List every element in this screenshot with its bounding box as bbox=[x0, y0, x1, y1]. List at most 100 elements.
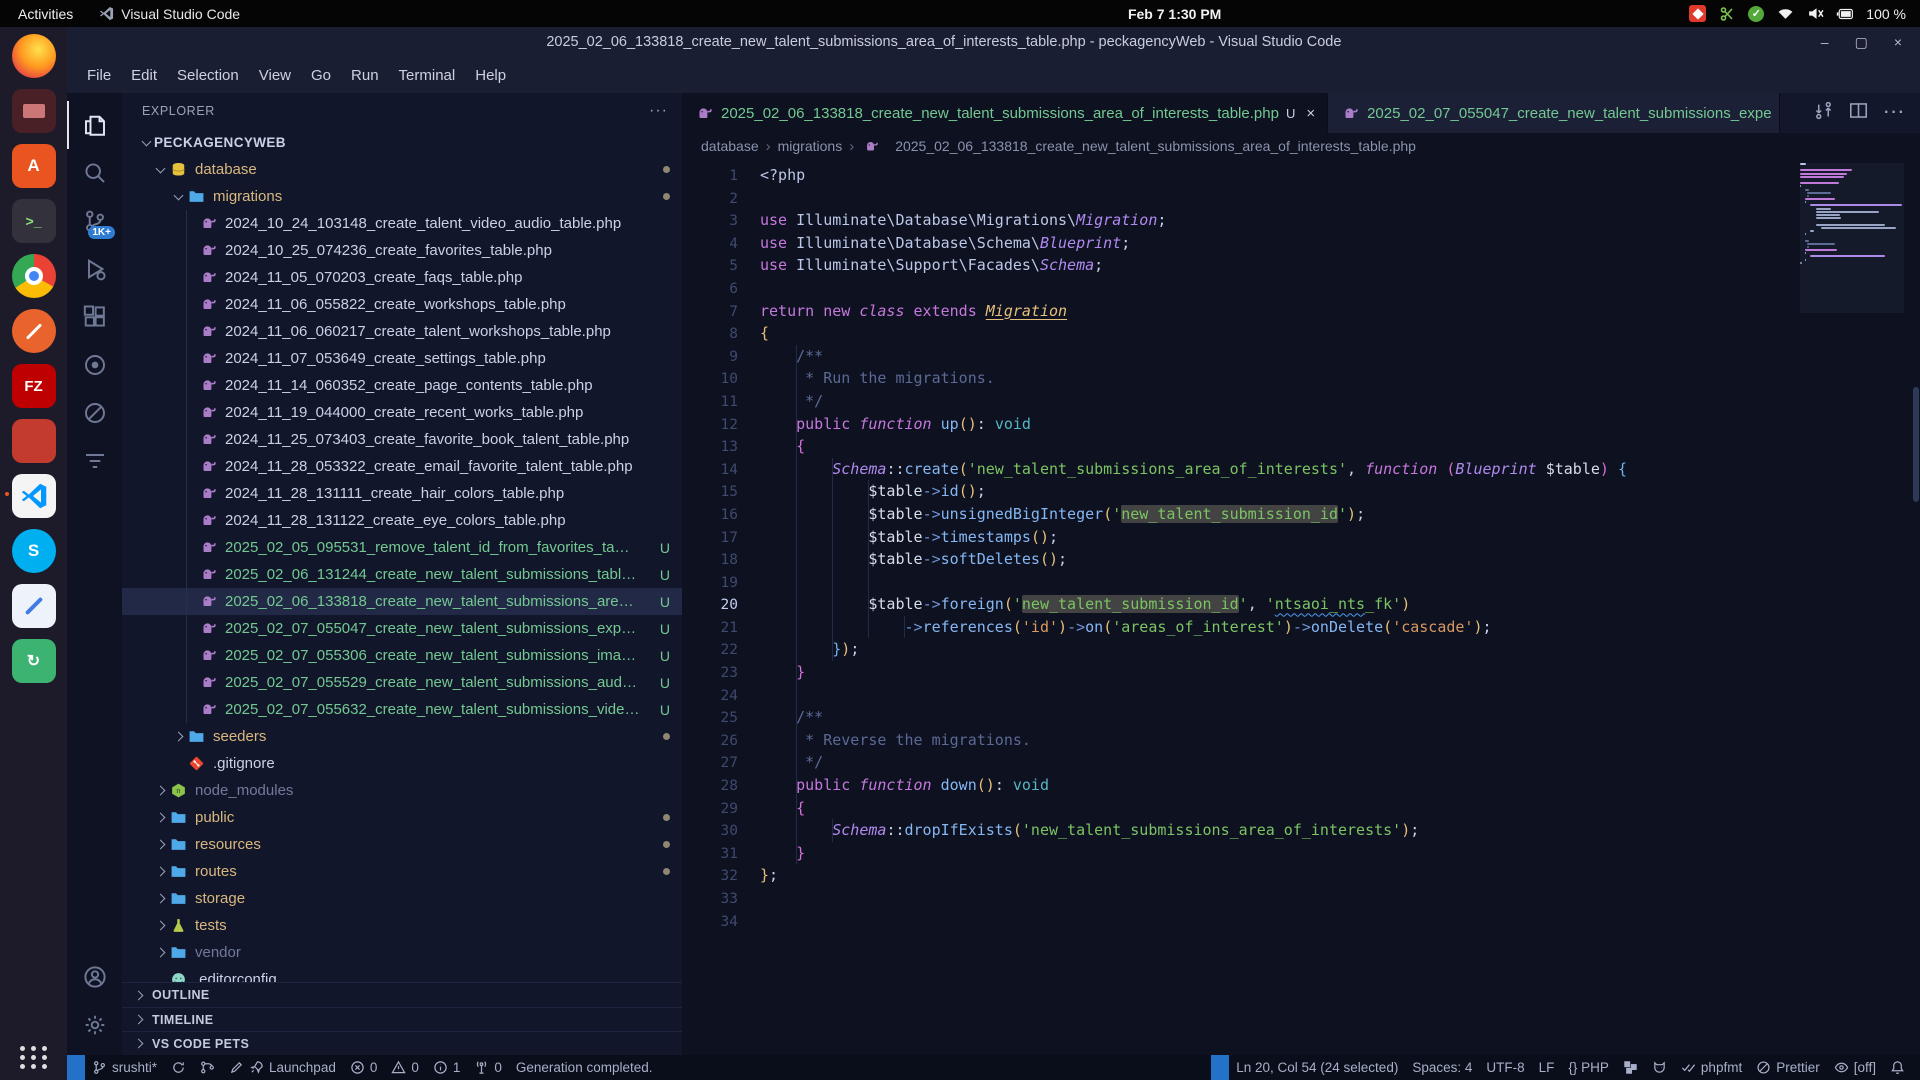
prettier[interactable]: Prettier bbox=[1749, 1055, 1827, 1080]
tree-item[interactable]: resources bbox=[122, 831, 682, 858]
errors[interactable]: 0 bbox=[343, 1055, 385, 1080]
source-control-icon[interactable]: 1K+ bbox=[67, 197, 122, 245]
vscode-pets[interactable] bbox=[1645, 1055, 1674, 1080]
focused-app-indicator[interactable]: Visual Studio Code bbox=[99, 6, 240, 22]
tree-item[interactable]: 2025_02_07_055632_create_new_talent_subm… bbox=[122, 696, 682, 723]
tree-item[interactable]: 2024_11_07_053649_create_settings_table.… bbox=[122, 345, 682, 372]
green-app-icon[interactable]: ↻ bbox=[10, 637, 58, 685]
git-graph[interactable] bbox=[193, 1055, 222, 1080]
warnings[interactable]: 0 bbox=[384, 1055, 426, 1080]
vscode-icon[interactable] bbox=[10, 472, 58, 520]
tree-item[interactable]: 2024_11_19_044000_create_recent_works_ta… bbox=[122, 399, 682, 426]
breadcrumb[interactable]: database›migrations›2025_02_06_133818_cr… bbox=[682, 133, 1920, 159]
section-vs-code-pets[interactable]: VS CODE PETS bbox=[122, 1031, 682, 1055]
menu-terminal[interactable]: Terminal bbox=[389, 63, 466, 88]
search-icon[interactable] bbox=[67, 149, 122, 197]
tree-item[interactable]: 2024_11_28_053322_create_email_favorite_… bbox=[122, 453, 682, 480]
show-applications-icon[interactable] bbox=[19, 1042, 49, 1072]
tree-item[interactable]: .gitignore bbox=[122, 750, 682, 777]
tree-item[interactable]: 2025_02_07_055047_create_new_talent_subm… bbox=[122, 615, 682, 642]
tree-item[interactable]: nnode_modules bbox=[122, 777, 682, 804]
code-editor[interactable]: 1<?php23use Illuminate\Database\Migratio… bbox=[682, 159, 1920, 1055]
breadcrumb-file[interactable]: 2025_02_06_133818_create_new_talent_subm… bbox=[895, 138, 1416, 154]
tree-item[interactable]: tests bbox=[122, 912, 682, 939]
phpfmt[interactable]: phpfmt bbox=[1674, 1055, 1749, 1080]
screencast[interactable]: [off] bbox=[1827, 1055, 1883, 1080]
menu-selection[interactable]: Selection bbox=[167, 63, 249, 88]
menu-file[interactable]: File bbox=[77, 63, 121, 88]
menu-go[interactable]: Go bbox=[301, 63, 341, 88]
tab[interactable]: 2025_02_07_055047_create_new_talent_subm… bbox=[1328, 93, 1780, 133]
blocks-ext[interactable] bbox=[1616, 1055, 1645, 1080]
tree-item[interactable]: 2025_02_06_133818_create_new_talent_subm… bbox=[122, 588, 682, 615]
terminal-icon[interactable]: >_ bbox=[10, 197, 58, 245]
annotator-app-icon[interactable] bbox=[10, 307, 58, 355]
settings-icon[interactable] bbox=[67, 1001, 122, 1049]
run-debug-icon[interactable] bbox=[67, 245, 122, 293]
firefox-icon[interactable] bbox=[10, 32, 58, 80]
filezilla-icon[interactable]: FZ bbox=[10, 362, 58, 410]
minimize-button[interactable]: – bbox=[1821, 34, 1829, 51]
tree-item[interactable]: 2024_11_06_060217_create_talent_workshop… bbox=[122, 318, 682, 345]
infos[interactable]: 1 bbox=[426, 1055, 468, 1080]
indentation[interactable]: Spaces: 4 bbox=[1405, 1055, 1479, 1080]
app-center-icon[interactable]: A bbox=[10, 142, 58, 190]
tree-item[interactable]: 2025_02_07_055529_create_new_talent_subm… bbox=[122, 669, 682, 696]
tree-item[interactable]: 2024_11_28_131111_create_hair_colors_tab… bbox=[122, 480, 682, 507]
tree-item[interactable]: migrations bbox=[122, 183, 682, 210]
screen-recorder-icon[interactable] bbox=[1689, 5, 1706, 22]
menu-run[interactable]: Run bbox=[341, 63, 389, 88]
accounts-icon[interactable] bbox=[67, 953, 122, 1001]
skype-icon[interactable]: S bbox=[10, 527, 58, 575]
tree-item[interactable]: 2025_02_05_095531_remove_talent_id_from_… bbox=[122, 534, 682, 561]
breadcrumb-item[interactable]: migrations bbox=[778, 138, 843, 154]
red-app-icon[interactable] bbox=[10, 417, 58, 465]
tree-item[interactable]: 2024_10_25_074236_create_favorites_table… bbox=[122, 237, 682, 264]
eol[interactable]: LF bbox=[1532, 1055, 1562, 1080]
tree-item[interactable]: seeders bbox=[122, 723, 682, 750]
tree-item[interactable]: storage bbox=[122, 885, 682, 912]
tree-item[interactable]: public bbox=[122, 804, 682, 831]
close-tab-icon[interactable]: × bbox=[1306, 105, 1315, 122]
tree-item[interactable]: 2025_02_06_131244_create_new_talent_subm… bbox=[122, 561, 682, 588]
clock[interactable]: Feb 7 1:30 PM bbox=[660, 6, 1689, 22]
zoom-indicator[interactable] bbox=[1211, 1055, 1229, 1080]
more-actions-icon[interactable]: ··· bbox=[1884, 104, 1906, 122]
clipboard-icon[interactable] bbox=[1718, 5, 1736, 23]
explorer-more-actions[interactable]: ··· bbox=[649, 102, 668, 120]
extensions-icon[interactable] bbox=[67, 293, 122, 341]
close-button[interactable]: × bbox=[1894, 34, 1902, 51]
filter-icon[interactable] bbox=[67, 437, 122, 485]
titlebar[interactable]: 2025_02_06_133818_create_new_talent_subm… bbox=[67, 27, 1920, 57]
split-editor-icon[interactable] bbox=[1849, 101, 1868, 125]
chrome-icon[interactable] bbox=[10, 252, 58, 300]
tree-item[interactable]: 2024_10_24_103148_create_talent_video_au… bbox=[122, 210, 682, 237]
cursor-position[interactable]: Ln 20, Col 54 (24 selected) bbox=[1229, 1055, 1405, 1080]
tree-item[interactable]: 2024_11_28_131122_create_eye_colors_tabl… bbox=[122, 507, 682, 534]
menu-help[interactable]: Help bbox=[465, 63, 516, 88]
network-icon[interactable] bbox=[1776, 5, 1794, 23]
notifications[interactable] bbox=[1883, 1055, 1912, 1080]
tree-root[interactable]: PECKAGENCYWEB bbox=[122, 129, 682, 156]
launchpad[interactable]: Launchpad bbox=[222, 1055, 343, 1080]
section-timeline[interactable]: TIMELINE bbox=[122, 1007, 682, 1031]
generation-status[interactable]: Generation completed. bbox=[509, 1055, 660, 1080]
remote[interactable] bbox=[67, 1055, 85, 1080]
live-share-icon[interactable] bbox=[67, 341, 122, 389]
tree-item[interactable]: 2025_02_07_055306_create_new_talent_subm… bbox=[122, 642, 682, 669]
database-icon[interactable] bbox=[67, 389, 122, 437]
status-ok-icon[interactable]: ✓ bbox=[1748, 6, 1764, 22]
tree-item[interactable]: 2024_11_05_070203_create_faqs_table.php bbox=[122, 264, 682, 291]
tree-item[interactable]: .editorconfig bbox=[122, 966, 682, 982]
minimap[interactable] bbox=[1800, 163, 1904, 1055]
section-outline[interactable]: OUTLINE bbox=[122, 983, 682, 1007]
volume-muted-icon[interactable] bbox=[1806, 5, 1824, 23]
menu-view[interactable]: View bbox=[249, 63, 301, 88]
tree-item[interactable]: vendor bbox=[122, 939, 682, 966]
files-app-icon[interactable] bbox=[10, 87, 58, 135]
tree-item[interactable]: database bbox=[122, 156, 682, 183]
maximize-button[interactable]: ▢ bbox=[1855, 34, 1868, 51]
draw-app-icon[interactable] bbox=[10, 582, 58, 630]
tree-item[interactable]: 2024_11_14_060352_create_page_contents_t… bbox=[122, 372, 682, 399]
activities-button[interactable]: Activities bbox=[18, 6, 73, 22]
